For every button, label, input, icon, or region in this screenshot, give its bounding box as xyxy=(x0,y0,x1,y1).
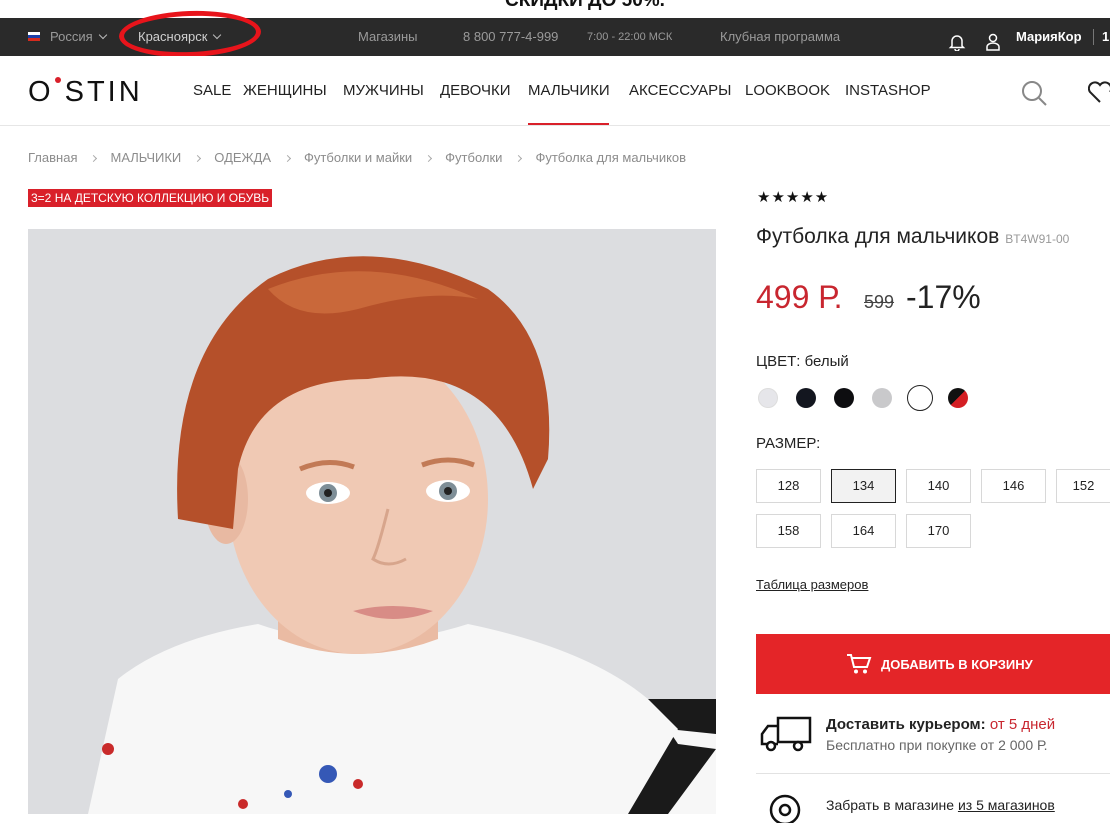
nav-instashop[interactable]: INSTASHOP xyxy=(845,82,931,99)
color-swatch-black-red[interactable] xyxy=(948,388,968,408)
size-170[interactable]: 170 xyxy=(906,514,971,548)
nav-sale[interactable]: SALE xyxy=(193,82,231,99)
breadcrumb: Главная МАЛЬЧИКИ ОДЕЖДА Футболки и майки Фут… xyxy=(28,150,686,165)
product-name: Футболка для мальчиков xyxy=(756,225,1000,248)
nav-women[interactable]: ЖЕНЩИНЫ xyxy=(243,82,327,99)
nav-boys[interactable]: МАЛЬЧИКИ xyxy=(528,82,610,99)
size-152[interactable]: 152 xyxy=(1056,469,1110,503)
divider xyxy=(756,773,1110,774)
heart-icon[interactable] xyxy=(1087,80,1110,109)
nav-active-indicator xyxy=(528,123,609,125)
country-label: Россия xyxy=(50,29,93,44)
current-price: 499 Р. xyxy=(756,279,843,315)
product-sku: BT4W91-00 xyxy=(1005,232,1070,246)
rating-stars[interactable]: ★★★★★ xyxy=(757,188,829,206)
nav-lookbook[interactable]: LOOKBOOK xyxy=(745,82,830,99)
phone-link[interactable]: 8 800 777-4-999 xyxy=(463,18,558,56)
color-label-title: ЦВЕТ: xyxy=(756,353,801,370)
size-128[interactable]: 128 xyxy=(756,469,821,503)
courier-delivery-label: Доставить курьером: xyxy=(826,716,986,733)
main-nav: O STIN SALE ЖЕНЩИНЫ МУЖЧИНЫ ДЕВОЧКИ МАЛЬ… xyxy=(0,56,1110,126)
breadcrumb-boys[interactable]: МАЛЬЧИКИ xyxy=(110,150,181,165)
size-146[interactable]: 146 xyxy=(981,469,1046,503)
nav-girls[interactable]: ДЕВОЧКИ xyxy=(440,82,511,99)
old-price: 599 xyxy=(864,292,895,312)
color-label: ЦВЕТ: белый xyxy=(756,353,849,370)
chevron-down-icon xyxy=(98,30,107,40)
boy-in-tshirt-image xyxy=(28,229,716,814)
stores-link[interactable]: Магазины xyxy=(358,18,418,56)
chevron-right-icon xyxy=(283,154,292,163)
promo-banner-text: СКИДКИ ДО 50%. xyxy=(505,0,665,11)
color-value: белый xyxy=(804,353,849,370)
color-swatch-grey[interactable] xyxy=(872,388,892,408)
ostin-logo[interactable]: O STIN xyxy=(28,76,143,109)
cart-icon xyxy=(847,654,872,674)
add-to-cart-button[interactable]: ДОБАВИТЬ В КОРЗИНУ xyxy=(756,634,1110,694)
breadcrumb-home[interactable]: Главная xyxy=(28,150,77,165)
user-icon[interactable] xyxy=(985,28,1001,51)
bell-icon[interactable] xyxy=(948,28,966,52)
free-delivery-note: Бесплатно при покупке от 2 000 Р. xyxy=(826,737,1048,753)
size-table-link[interactable]: Таблица размеров xyxy=(756,577,868,592)
russia-flag-icon xyxy=(28,32,40,41)
size-134[interactable]: 134 xyxy=(831,469,896,503)
location-pin-icon xyxy=(766,793,804,828)
search-icon[interactable] xyxy=(1020,79,1048,112)
product-photo[interactable] xyxy=(28,229,716,814)
truck-icon xyxy=(760,716,812,757)
product-title: Футболка для мальчиков BT4W91-00 xyxy=(756,225,1069,249)
pickup-label: Забрать в магазине xyxy=(826,797,955,813)
breadcrumb-tshirts[interactable]: Футболки xyxy=(445,150,502,165)
size-164[interactable]: 164 xyxy=(831,514,896,548)
color-swatch-black[interactable] xyxy=(834,388,854,408)
chevron-right-icon xyxy=(90,154,98,163)
nav-men[interactable]: МУЖЧИНЫ xyxy=(343,82,424,99)
topbar-divider xyxy=(1093,29,1094,45)
breadcrumb-tshirts-tanks[interactable]: Футболки и майки xyxy=(304,150,412,165)
pickup-stores-link[interactable]: из 5 магазинов xyxy=(958,797,1055,813)
size-label: РАЗМЕР: xyxy=(756,435,821,452)
delivery-time: от 5 дней xyxy=(989,716,1056,733)
chevron-right-icon xyxy=(194,154,202,163)
cart-count[interactable]: 1 xyxy=(1102,18,1109,56)
chevron-right-icon xyxy=(425,154,433,163)
size-158[interactable]: 158 xyxy=(756,514,821,548)
size-140[interactable]: 140 xyxy=(906,469,971,503)
logo-dot xyxy=(55,77,61,83)
chevron-right-icon xyxy=(515,154,523,163)
courier-delivery-title: Доставить курьером: от 5 дней xyxy=(826,716,1055,733)
promo-badge[interactable]: 3=2 НА ДЕТСКУЮ КОЛЛЕКЦИЮ И ОБУВЬ xyxy=(28,189,273,207)
color-swatch-white-selected[interactable] xyxy=(907,385,933,411)
pickup-in-store: Забрать в магазине из 5 магазинов xyxy=(826,797,1055,813)
nav-accessories[interactable]: АКСЕССУАРЫ xyxy=(629,82,731,99)
breadcrumb-clothes[interactable]: ОДЕЖДА xyxy=(214,150,271,165)
discount-percent: -17% xyxy=(906,279,981,315)
add-to-cart-label: ДОБАВИТЬ В КОРЗИНУ xyxy=(881,656,1033,672)
user-name[interactable]: МарияКор xyxy=(1016,18,1082,56)
country-selector[interactable]: Россия xyxy=(50,18,107,56)
club-program-link[interactable]: Клубная программа xyxy=(720,18,840,56)
working-hours: 7:00 - 22:00 МСК xyxy=(587,31,673,43)
color-swatch-light-grey[interactable] xyxy=(758,388,778,408)
breadcrumb-current: Футболка для мальчиков xyxy=(535,150,687,165)
color-swatch-navy[interactable] xyxy=(796,388,816,408)
